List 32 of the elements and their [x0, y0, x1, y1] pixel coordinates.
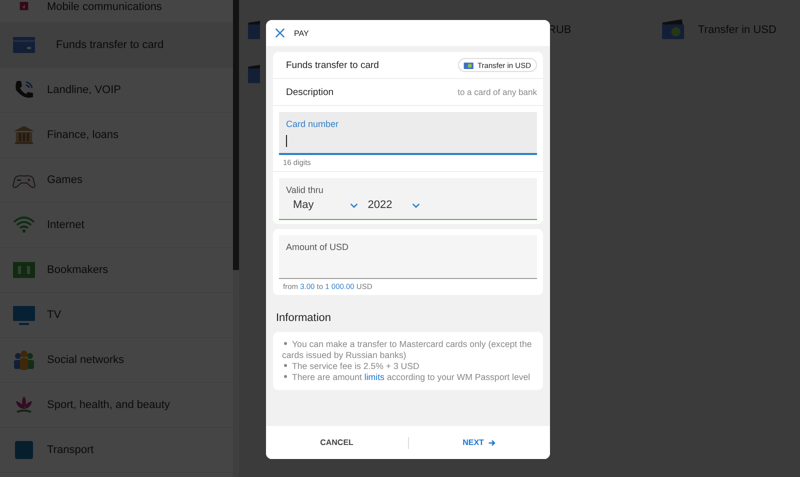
card-icon	[248, 63, 260, 85]
year-select[interactable]: 2022	[368, 199, 420, 211]
card-number-field[interactable]: Card number	[279, 112, 537, 155]
card-icon	[248, 19, 260, 41]
service-label: Funds transfer to card	[286, 60, 379, 70]
limits-link[interactable]: limits	[364, 372, 384, 382]
dollar-card-icon	[462, 60, 474, 70]
expiry-field[interactable]: Valid thru May 2022	[279, 178, 537, 220]
dialog-title: PAY	[294, 28, 309, 38]
chevron-down-icon	[350, 202, 358, 208]
sidebar-item[interactable]: Transport	[0, 428, 234, 473]
sidebar-item[interactable]: Games	[0, 158, 234, 203]
bank-icon	[12, 123, 36, 147]
info-bullet-text: The service fee is 2.5% + 3 USD	[282, 361, 533, 372]
chevron-down-icon	[412, 202, 420, 208]
info-bullet-text: There are amount limits according to your WM Passport level	[282, 372, 533, 383]
sidebar-item[interactable]: Social networks	[0, 338, 234, 383]
sidebar-item[interactable]: Bookmakers	[0, 248, 234, 293]
description-label: Description	[286, 86, 334, 98]
tv-icon	[12, 303, 36, 327]
arrow-right-icon	[488, 438, 496, 446]
description-value: to a card of any bank	[458, 87, 537, 97]
amount-field[interactable]: Amount of USD	[279, 235, 537, 279]
info-bullet-text: You can make a transfer to Mastercard cards only (except the cards issued by Russian banks)	[282, 339, 533, 361]
close-icon[interactable]	[275, 28, 285, 38]
month-select[interactable]: May	[293, 199, 358, 211]
sidebar-item[interactable]: TV	[0, 293, 234, 338]
sidebar-item[interactable]: Finance, loans	[0, 113, 234, 158]
people-icon	[12, 348, 36, 372]
expiry-label: Valid thru	[286, 185, 324, 195]
section-heading: Information	[275, 311, 332, 326]
scrollbar[interactable]	[233, 0, 239, 477]
